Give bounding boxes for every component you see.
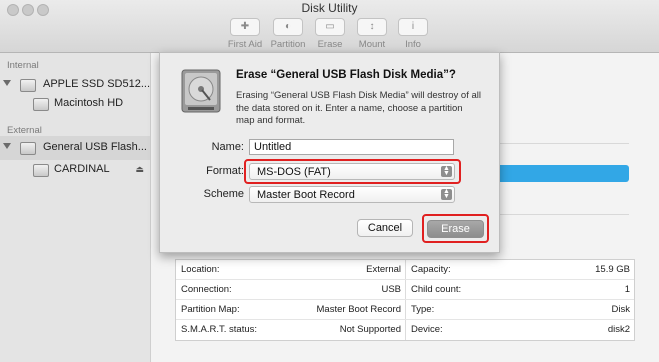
info-value: Master Boot Record — [316, 304, 401, 315]
disclosure-triangle-icon[interactable] — [3, 80, 11, 86]
dialog-description: Erasing “General USB Flash Disk Media” w… — [236, 90, 481, 126]
format-label: Format: — [206, 165, 244, 177]
info-value: External — [366, 264, 401, 275]
format-highlight-annotation — [244, 159, 461, 184]
info-key: Child count: — [411, 284, 462, 295]
info-key: Partition Map: — [181, 304, 240, 315]
scheme-select-value: Master Boot Record — [257, 189, 355, 201]
info-value: USB — [381, 284, 401, 295]
info-key: Location: — [181, 264, 220, 275]
scheme-select[interactable]: Master Boot Record ▲ ▼ — [249, 186, 455, 203]
scheme-label: Scheme — [203, 188, 244, 200]
sidebar: Internal APPLE SSD SD512... Macintosh HD… — [0, 53, 151, 362]
sidebar-item-cardinal[interactable]: CARDINAL ⏏ — [0, 158, 150, 182]
sidebar-section-external: External — [7, 125, 42, 136]
info-key: Device: — [411, 324, 443, 335]
mount-icon: ↕ — [357, 18, 387, 36]
table-row: Partition Map: Master Boot Record Type: … — [176, 299, 634, 320]
erase-dialog: Erase “General USB Flash Disk Media”? Er… — [159, 52, 500, 253]
sidebar-item-general-usb-flash[interactable]: General USB Flash... — [0, 136, 150, 160]
info-key: Capacity: — [411, 264, 451, 275]
dialog-title: Erase “General USB Flash Disk Media”? — [236, 69, 456, 81]
table-row: Location: External Capacity: 15.9 GB — [176, 260, 634, 280]
info-key: S.M.A.R.T. status: — [181, 324, 258, 335]
sidebar-section-internal: Internal — [7, 60, 39, 71]
info-icon: i — [398, 18, 428, 36]
usage-bar — [490, 165, 629, 182]
partition-icon: ◐ — [273, 18, 303, 36]
info-key: Type: — [411, 304, 435, 315]
sidebar-item-label: Macintosh HD — [54, 97, 124, 109]
eject-icon[interactable]: ⏏ — [135, 164, 144, 175]
info-table: Location: External Capacity: 15.9 GB Con… — [175, 259, 635, 341]
usb-disk-icon — [20, 142, 36, 155]
info-value: disk2 — [607, 324, 630, 335]
sidebar-item-label: CARDINAL — [54, 163, 110, 175]
hard-drive-icon — [181, 69, 221, 113]
table-row: Connection: USB Child count: 1 — [176, 279, 634, 300]
info-value: Disk — [611, 304, 630, 315]
volume-disk-icon — [33, 98, 49, 111]
disclosure-triangle-icon[interactable] — [3, 143, 11, 149]
table-row: S.M.A.R.T. status: Not Supported Device:… — [176, 319, 634, 340]
erase-icon: ▭ — [315, 18, 345, 36]
info-value: Not Supported — [339, 324, 401, 335]
name-label: Name: — [211, 141, 244, 153]
info-key: Connection: — [181, 284, 232, 295]
info-value: 15.9 GB — [595, 264, 630, 275]
name-field[interactable] — [249, 139, 454, 155]
info-button[interactable]: i Info — [388, 18, 438, 50]
internal-disk-icon — [20, 79, 36, 92]
info-value: 1 — [624, 284, 630, 295]
volume-disk-icon — [33, 164, 49, 177]
window-title: Disk Utility — [301, 1, 358, 15]
first-aid-icon: ✚ — [230, 18, 260, 36]
cancel-button[interactable]: Cancel — [357, 219, 413, 237]
sidebar-item-label: General USB Flash... — [43, 141, 147, 153]
select-stepper-icon: ▲ ▼ — [441, 188, 452, 200]
sidebar-item-macintosh-hd[interactable]: Macintosh HD — [0, 92, 150, 116]
erase-highlight-annotation — [422, 214, 489, 243]
info-label: Info — [405, 39, 421, 50]
toolbar: Disk Utility ✚ First Aid ◐ Partition ▭ E… — [0, 0, 659, 53]
sidebar-item-label: APPLE SSD SD512... — [43, 78, 150, 90]
